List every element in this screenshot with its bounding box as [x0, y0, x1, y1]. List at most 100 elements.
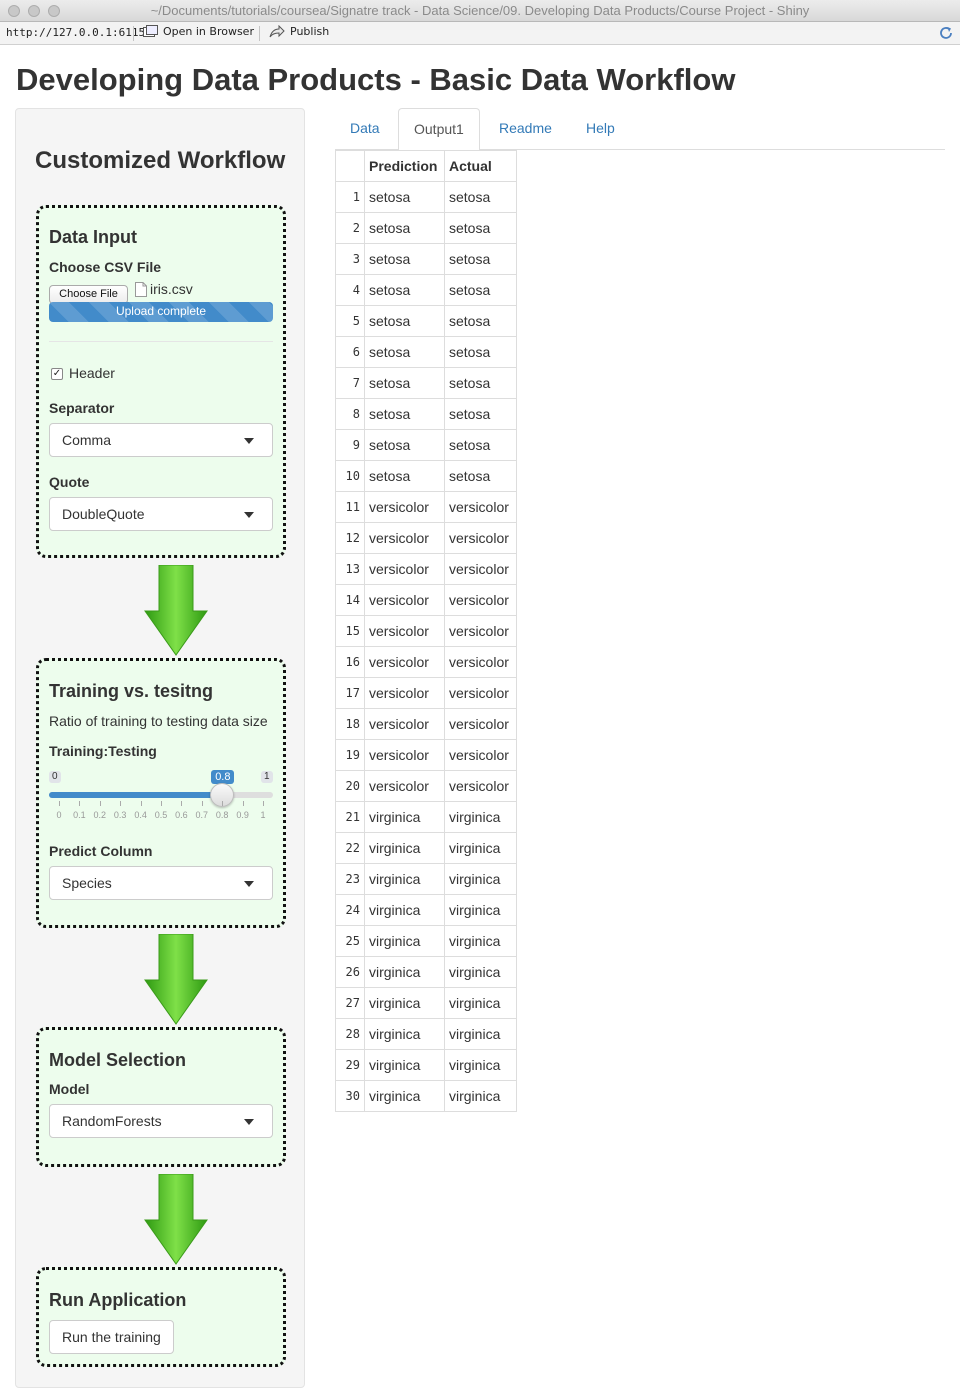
row-index-cell: 2: [335, 212, 365, 244]
publish-button[interactable]: Publish: [269, 25, 329, 38]
publish-label: Publish: [290, 25, 330, 38]
model-select[interactable]: RandomForests: [49, 1104, 273, 1138]
actual-cell: versicolor: [444, 584, 517, 616]
table-row: 20 versicolor versicolor: [335, 770, 517, 802]
prediction-cell: virginica: [364, 894, 445, 926]
table-row: 28 virginica virginica: [335, 1018, 517, 1050]
row-index-cell: 3: [335, 243, 365, 275]
actual-cell: versicolor: [444, 739, 517, 771]
actual-cell: virginica: [444, 956, 517, 988]
actual-cell: setosa: [444, 429, 517, 461]
table-row: 16 versicolor versicolor: [335, 646, 517, 678]
actual-cell: virginica: [444, 1049, 517, 1081]
prediction-cell: versicolor: [364, 646, 445, 678]
table-row: 27 virginica virginica: [335, 987, 517, 1019]
prediction-cell: virginica: [364, 801, 445, 833]
column-header-actual: Actual: [444, 150, 517, 182]
actual-cell: setosa: [444, 367, 517, 399]
table-header-row: Prediction Actual: [335, 150, 517, 182]
window-titlebar: ~/Documents/tutorials/coursea/Signatre t…: [0, 0, 960, 22]
table-row: 13 versicolor versicolor: [335, 553, 517, 585]
row-index-cell: 28: [335, 1018, 365, 1050]
tab-help[interactable]: Help: [571, 108, 630, 150]
actual-cell: versicolor: [444, 646, 517, 678]
slider-tick: [140, 801, 142, 806]
row-index-cell: 24: [335, 894, 365, 926]
table-row: 30 virginica virginica: [335, 1080, 517, 1112]
quote-select[interactable]: DoubleQuote: [49, 497, 273, 531]
slider-tick: [120, 801, 122, 806]
predict-column-select[interactable]: Species: [49, 866, 273, 900]
slider-track[interactable]: [49, 792, 273, 798]
row-index-cell: 1: [335, 181, 365, 213]
slider-tick: [79, 801, 81, 806]
file-name: iris.csv: [150, 281, 193, 297]
prediction-cell: versicolor: [364, 615, 445, 647]
caret-down-icon: [244, 881, 254, 887]
actual-cell: setosa: [444, 305, 517, 337]
prediction-cell: virginica: [364, 925, 445, 957]
training-testing-label: Training:Testing: [49, 743, 157, 759]
prediction-cell: virginica: [364, 956, 445, 988]
actual-cell: virginica: [444, 894, 517, 926]
run-training-button[interactable]: Run the training: [49, 1320, 174, 1354]
upload-status-text: Upload complete: [115, 304, 207, 318]
sidebar-panel: Customized Workflow Data Input Choose CS…: [15, 108, 305, 1388]
prediction-cell: setosa: [364, 429, 445, 461]
actual-cell: setosa: [444, 336, 517, 368]
slider-min-label: 0: [49, 771, 61, 783]
actual-cell: setosa: [444, 460, 517, 492]
actual-cell: setosa: [444, 398, 517, 430]
slider-max-label: 1: [261, 771, 273, 783]
predict-column-value: Species: [62, 875, 112, 891]
table-row: 11 versicolor versicolor: [335, 491, 517, 523]
separator-select[interactable]: Comma: [49, 423, 273, 457]
prediction-cell: versicolor: [364, 770, 445, 802]
prediction-cell: virginica: [364, 1049, 445, 1081]
toolbar-divider: [259, 26, 260, 41]
column-header-prediction: Prediction: [364, 150, 445, 182]
tab-data[interactable]: Data: [335, 108, 395, 150]
refresh-icon[interactable]: [938, 25, 954, 41]
row-index-cell: 19: [335, 739, 365, 771]
row-index-cell: 23: [335, 863, 365, 895]
model-selection-heading: Model Selection: [49, 1050, 187, 1070]
row-index-cell: 6: [335, 336, 365, 368]
slider-tick: [222, 801, 224, 806]
tab-output1[interactable]: Output1: [398, 108, 480, 151]
actual-cell: virginica: [444, 925, 517, 957]
row-index-cell: 13: [335, 553, 365, 585]
table-row: 1 setosa setosa: [335, 181, 517, 213]
row-index-cell: 21: [335, 801, 365, 833]
row-index-cell: 16: [335, 646, 365, 678]
separator-label: Separator: [49, 400, 115, 416]
prediction-cell: virginica: [364, 1018, 445, 1050]
row-index-cell: 27: [335, 987, 365, 1019]
slider-bar: [49, 792, 223, 798]
table-row: 6 setosa setosa: [335, 336, 517, 368]
table-row: 29 virginica virginica: [335, 1049, 517, 1081]
data-input-heading: Data Input: [49, 227, 137, 247]
upload-progress-bar: Upload complete: [49, 302, 273, 322]
green-down-arrow-icon: [144, 934, 208, 1025]
slider-tick: [161, 801, 162, 806]
table-row: 25 virginica virginica: [335, 925, 517, 957]
open-in-browser-button[interactable]: Open in Browser: [143, 25, 254, 38]
row-index-cell: 25: [335, 925, 365, 957]
table-row: 22 virginica virginica: [335, 832, 517, 864]
prediction-cell: virginica: [364, 1080, 445, 1112]
sidebar-title: Customized Workflow: [35, 147, 286, 174]
header-checkbox[interactable]: ✓: [51, 368, 63, 380]
row-index-cell: 10: [335, 460, 365, 492]
row-index-cell: 8: [335, 398, 365, 430]
actual-cell: virginica: [444, 987, 517, 1019]
caret-down-icon: [244, 1119, 254, 1125]
slider-value-label: 0.8: [211, 770, 235, 784]
slider-tick: [181, 801, 183, 806]
actual-cell: setosa: [444, 243, 517, 275]
row-index-cell: 22: [335, 832, 365, 864]
prediction-cell: setosa: [364, 398, 445, 430]
tab-readme[interactable]: Readme: [484, 108, 567, 150]
prediction-cell: setosa: [364, 243, 445, 275]
prediction-cell: versicolor: [364, 584, 445, 616]
